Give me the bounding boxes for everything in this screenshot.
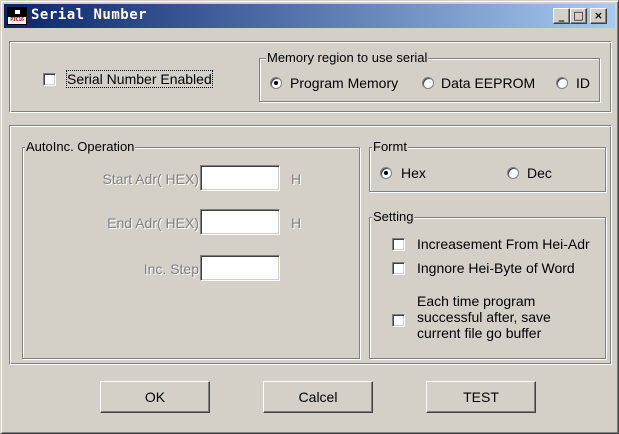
checkbox-ignore-hei-byte[interactable] [392, 262, 405, 275]
memory-region-legend: Memory region to use serial [266, 50, 429, 66]
label-ignore-hei-byte[interactable]: Ingnore Hei-Byte of Word [417, 260, 575, 276]
radio-hex[interactable] [380, 167, 392, 179]
serial-enabled-checkbox[interactable] [43, 73, 56, 86]
radio-dec[interactable] [507, 167, 519, 179]
end-address-unit: H [291, 215, 302, 231]
format-legend: Formt [372, 139, 408, 155]
label-save-line-2[interactable]: successful after, save [417, 309, 551, 325]
minimize-button[interactable]: _ [553, 8, 570, 24]
radio-program-memory[interactable] [270, 77, 282, 89]
ok-button[interactable]: OK [100, 381, 210, 413]
checkbox-save-file-to-buffer[interactable] [392, 314, 405, 327]
label-increase-from-hei-adr[interactable]: Increasement From Hei-Adr [417, 236, 590, 252]
setting-group: Setting Increasement From Hei-Adr Ingnor… [369, 209, 606, 359]
label-hex[interactable]: Hex [401, 165, 426, 181]
end-address-label: End Adr( HEX) [107, 215, 199, 231]
checkbox-increase-from-hei-adr[interactable] [392, 238, 405, 251]
label-dec[interactable]: Dec [527, 165, 552, 181]
options-panel: AutoInc. Operation Start Adr( HEX) H End… [9, 125, 612, 365]
label-data-eeprom[interactable]: Data EEPROM [441, 75, 535, 91]
autoinc-legend: AutoInc. Operation [25, 139, 136, 155]
end-address-input[interactable] [200, 209, 280, 235]
label-save-line-3[interactable]: current file go buffer [417, 325, 541, 341]
autoinc-group: AutoInc. Operation Start Adr( HEX) H End… [22, 139, 360, 359]
close-button[interactable]: × [590, 8, 607, 24]
format-group: Formt Hex Dec [369, 139, 606, 192]
label-id[interactable]: ID [576, 75, 590, 91]
serial-number-window: PIC16 Serial Number _ □ × Serial Number … [0, 0, 619, 434]
setting-legend: Setting [372, 209, 415, 225]
title-bar[interactable]: PIC16 Serial Number _ □ × [4, 4, 615, 28]
maximize-button[interactable]: □ [570, 8, 587, 24]
start-address-input[interactable] [200, 165, 280, 191]
serial-panel: Serial Number Enabled Memory region to u… [9, 41, 612, 113]
window-title: Serial Number [31, 7, 148, 23]
label-save-line-1[interactable]: Each time program [417, 293, 535, 309]
test-button[interactable]: TEST [426, 381, 536, 413]
app-icon: PIC16 [7, 7, 27, 25]
inc-step-label: Inc. Step [143, 261, 199, 277]
radio-id[interactable] [556, 77, 568, 89]
serial-enabled-label[interactable]: Serial Number Enabled [66, 70, 213, 88]
start-address-label: Start Adr( HEX) [102, 171, 199, 187]
inc-step-input[interactable] [200, 255, 280, 281]
start-address-unit: H [291, 171, 302, 187]
label-program-memory[interactable]: Program Memory [290, 75, 398, 91]
radio-data-eeprom[interactable] [422, 77, 434, 89]
cancel-button[interactable]: Calcel [263, 381, 373, 413]
memory-region-group: Memory region to use serial Program Memo… [259, 50, 600, 102]
